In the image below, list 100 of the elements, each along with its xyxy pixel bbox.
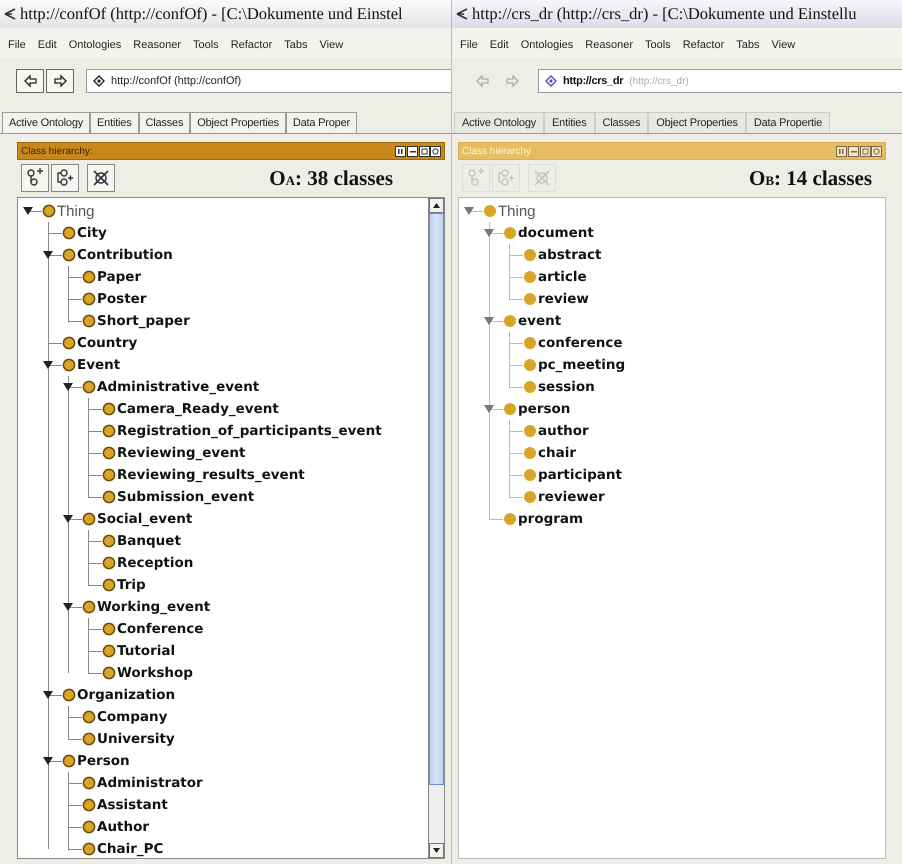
class-name[interactable]: City <box>77 225 107 241</box>
expand-toggle-icon[interactable] <box>483 228 495 238</box>
expand-toggle-icon[interactable] <box>42 756 54 766</box>
class-name[interactable]: Short_paper <box>97 313 190 329</box>
scroll-up-icon[interactable] <box>429 198 444 213</box>
class-name[interactable]: person <box>518 401 570 417</box>
scroll-down-icon[interactable] <box>429 843 444 858</box>
expand-toggle-icon[interactable] <box>463 206 475 216</box>
class-name[interactable]: Thing <box>498 202 536 220</box>
expand-toggle-icon[interactable] <box>62 602 74 612</box>
class-name[interactable]: Submission_event <box>117 489 254 505</box>
class-name[interactable]: conference <box>538 335 623 351</box>
menu-item[interactable]: Refactor <box>676 39 730 51</box>
expand-toggle-icon[interactable] <box>62 514 74 524</box>
class-name[interactable]: Registration_of_participants_event <box>117 423 382 439</box>
class-name[interactable]: Person <box>77 753 130 769</box>
scroll-thumb[interactable] <box>429 213 444 785</box>
menu-item[interactable]: Refactor <box>224 39 278 51</box>
add-subclass-button[interactable] <box>21 164 49 192</box>
tab[interactable]: Entities <box>544 112 595 133</box>
menu-item[interactable]: Tools <box>639 39 677 51</box>
class-name[interactable]: Event <box>77 357 120 373</box>
class-name[interactable]: Paper <box>97 269 142 285</box>
class-name[interactable]: author <box>538 423 589 439</box>
tab[interactable]: Object Properties <box>190 112 286 133</box>
class-icon <box>82 380 96 394</box>
menu-item[interactable]: View <box>314 39 350 51</box>
class-name[interactable]: pc_meeting <box>538 357 626 373</box>
class-name[interactable]: session <box>538 379 595 395</box>
class-name[interactable]: participant <box>538 467 622 483</box>
tab[interactable]: Data Proper <box>286 112 357 133</box>
expand-toggle-icon[interactable] <box>42 250 54 260</box>
class-icon <box>523 468 537 482</box>
menu-item[interactable]: Reasoner <box>127 39 187 51</box>
tab[interactable]: Classes <box>138 112 190 133</box>
class-name[interactable]: review <box>538 291 589 307</box>
class-name[interactable]: Banquet <box>117 533 181 549</box>
tab[interactable]: Classes <box>594 112 648 133</box>
class-name[interactable]: Author <box>97 819 150 835</box>
class-name[interactable]: reviewer <box>538 489 605 505</box>
class-name[interactable]: Organization <box>77 687 176 703</box>
menu-item[interactable]: Reasoner <box>579 39 639 51</box>
tab[interactable]: Active Ontology <box>2 112 90 133</box>
class-name[interactable]: Country <box>77 335 138 351</box>
class-name[interactable]: program <box>518 511 584 527</box>
class-name[interactable]: Reviewing_event <box>117 445 246 461</box>
class-name[interactable]: event <box>518 313 562 329</box>
tab[interactable]: Entities <box>90 112 139 133</box>
delete-class-button[interactable] <box>87 164 115 192</box>
class-name[interactable]: Working_event <box>97 599 210 615</box>
add-sibling-button[interactable] <box>51 164 79 192</box>
class-name[interactable]: Administrator <box>97 775 203 791</box>
forward-button[interactable] <box>46 69 74 93</box>
class-name[interactable]: Assistant <box>97 797 168 813</box>
class-name[interactable]: Conference <box>117 621 204 637</box>
tab[interactable]: Data Propertie <box>746 112 830 133</box>
expand-toggle-icon[interactable] <box>42 360 54 370</box>
menu-item[interactable]: Edit <box>32 39 63 51</box>
menu-item[interactable]: Ontologies <box>514 39 580 51</box>
class-name[interactable]: Poster <box>97 291 146 307</box>
panel-controls-icon[interactable] <box>395 146 441 156</box>
class-name[interactable]: article <box>538 269 587 285</box>
class-name[interactable]: Social_event <box>97 511 192 527</box>
expand-toggle-icon[interactable] <box>22 206 34 216</box>
tab[interactable]: Active Ontology <box>454 112 544 133</box>
class-name[interactable]: Company <box>97 709 168 725</box>
menu-item[interactable]: Edit <box>484 39 515 51</box>
back-button[interactable] <box>16 69 44 93</box>
class-name[interactable]: Chair_PC <box>97 841 164 857</box>
menu-item[interactable]: Tools <box>187 39 225 51</box>
menu-item[interactable]: File <box>2 39 32 51</box>
expand-toggle-icon[interactable] <box>483 316 495 326</box>
tab[interactable]: Object Properties <box>648 112 746 133</box>
menu-item[interactable]: Tabs <box>278 39 314 51</box>
class-name[interactable]: abstract <box>538 247 602 263</box>
class-name[interactable]: Administrative_event <box>97 379 260 395</box>
menu-item[interactable]: File <box>454 39 484 51</box>
class-name[interactable]: Workshop <box>117 665 193 681</box>
window-title: http://confOf (http://confOf) - [C:\Dokumente und Einstel <box>20 4 403 24</box>
expand-toggle-icon[interactable] <box>62 382 74 392</box>
class-name[interactable]: Thing <box>57 202 95 220</box>
class-name[interactable]: Reception <box>117 555 194 571</box>
class-name[interactable]: Contribution <box>77 247 173 263</box>
class-name[interactable]: Reviewing_results_event <box>117 467 305 483</box>
expand-toggle-icon[interactable] <box>483 404 495 414</box>
class-name[interactable]: Camera_Ready_event <box>117 401 279 417</box>
class-name[interactable]: document <box>518 225 594 241</box>
class-name[interactable]: Trip <box>117 577 146 593</box>
menu-item[interactable]: Tabs <box>730 39 766 51</box>
class-name[interactable]: Tutorial <box>117 643 176 659</box>
class-icon <box>523 380 537 394</box>
address-field[interactable]: http://crs_dr (http://crs_dr) <box>538 69 902 93</box>
class-icon <box>503 512 517 526</box>
class-name[interactable]: University <box>97 731 175 747</box>
menu-item[interactable]: View <box>766 39 802 51</box>
expand-toggle-icon[interactable] <box>42 690 54 700</box>
class-name[interactable]: chair <box>538 445 576 461</box>
address-field[interactable]: http://confOf (http://confOf) <box>86 69 451 93</box>
menu-item[interactable]: Ontologies <box>62 39 128 51</box>
scrollbar[interactable] <box>428 198 444 858</box>
